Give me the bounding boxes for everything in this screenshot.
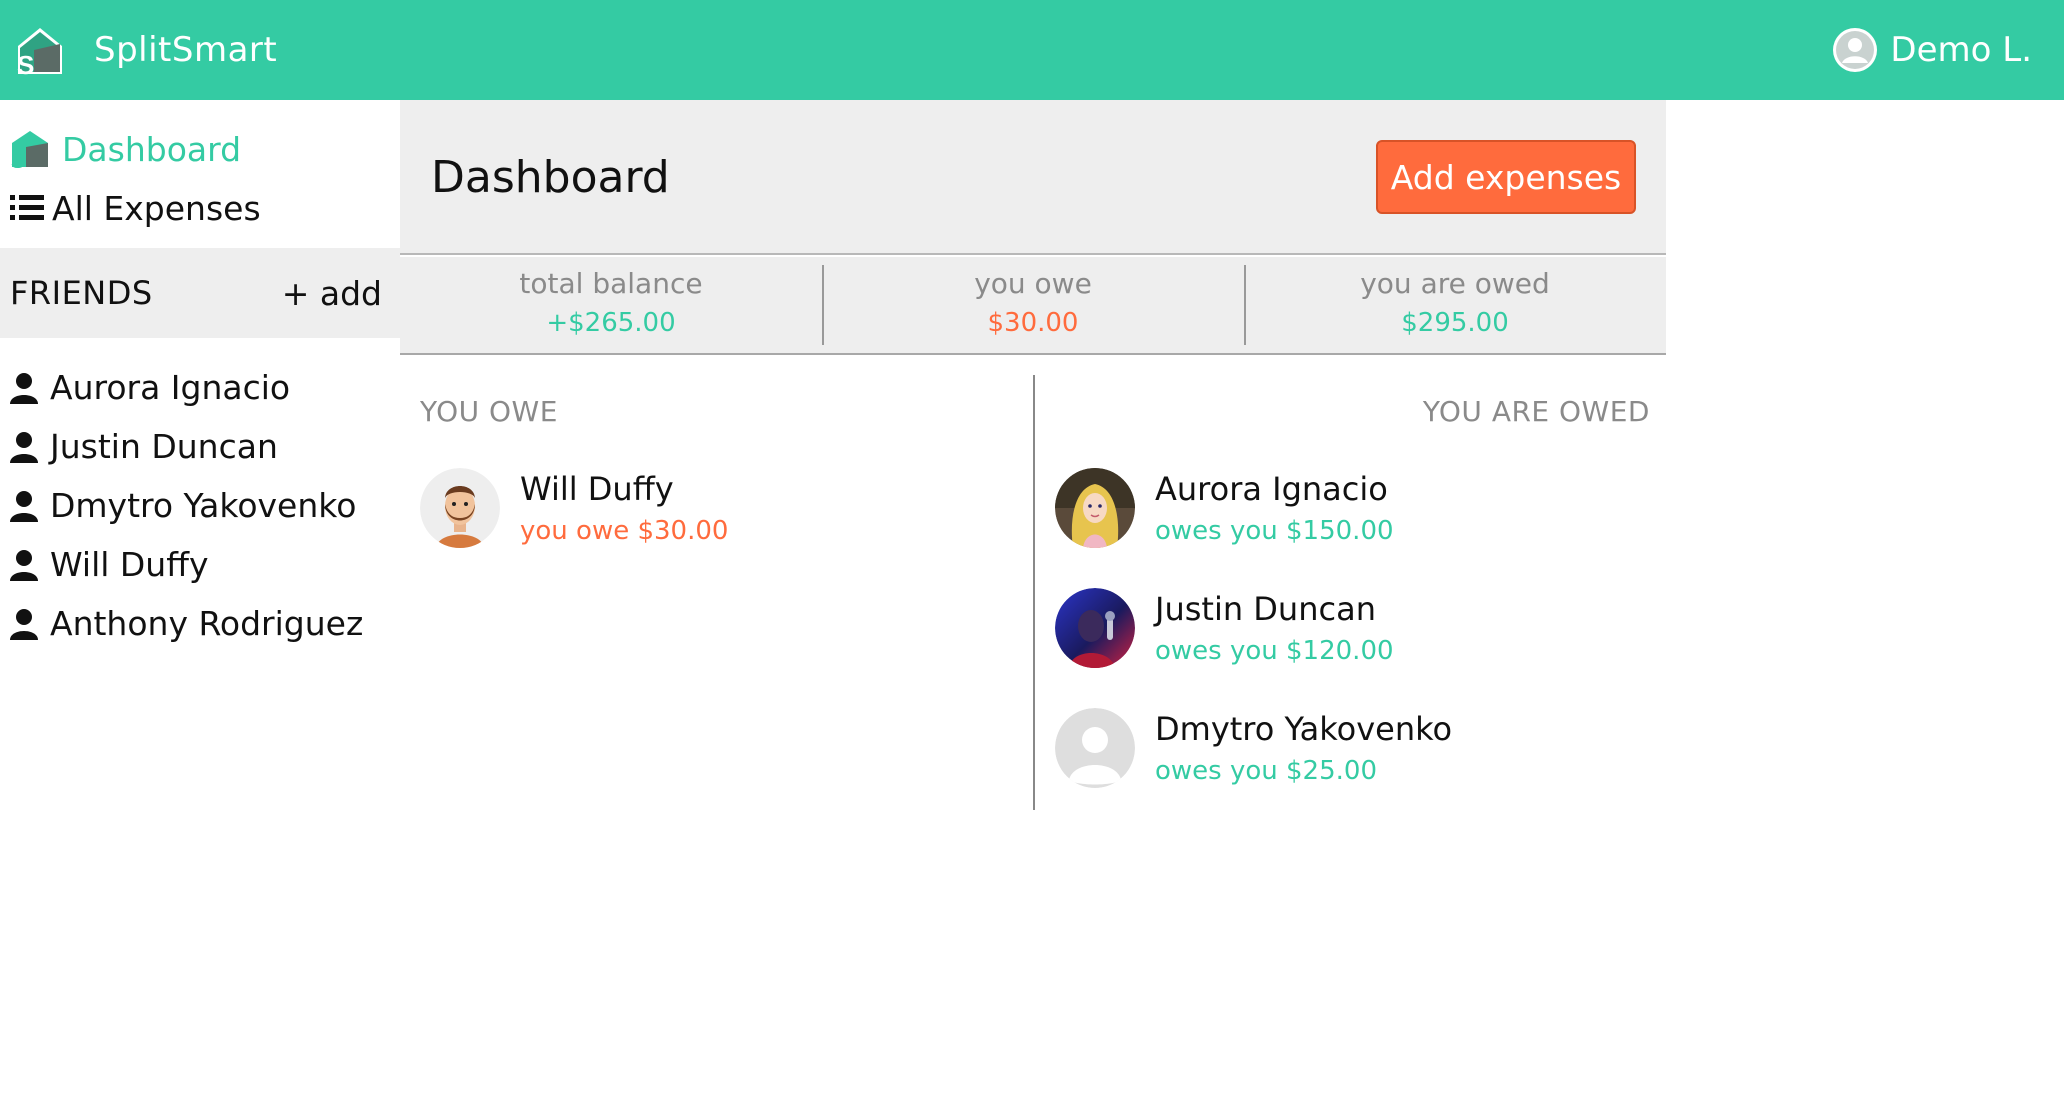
friend-item-justin-duncan[interactable]: Justin Duncan (0, 417, 400, 476)
person-amount: owes you $150.00 (1155, 516, 1394, 546)
friends-header: FRIENDS + add (0, 248, 400, 338)
friend-name: Dmytro Yakovenko (50, 486, 357, 525)
user-icon (10, 431, 38, 463)
owing-person-aurora-ignacio[interactable]: Aurora Ignacio owes you $150.00 (1055, 468, 1650, 548)
person-amount: you owe $30.00 (520, 516, 729, 546)
sidebar-item-dashboard[interactable]: S Dashboard (10, 120, 241, 178)
person-name: Justin Duncan (1155, 590, 1376, 628)
sidebar-item-label: All Expenses (52, 188, 261, 228)
person-amount: owes you $120.00 (1155, 636, 1394, 666)
balance-details: YOU OWE Will Duffy you owe $30.00 YOU AR… (400, 375, 1666, 815)
user-icon (10, 490, 38, 522)
friend-item-aurora-ignacio[interactable]: Aurora Ignacio (0, 358, 400, 417)
you-are-owed-balance: you are owed $295.00 (1244, 257, 1666, 353)
total-balance: total balance +$265.00 (400, 257, 822, 353)
person-name: Dmytro Yakovenko (1155, 710, 1453, 748)
sidebar-item-label: Dashboard (62, 129, 242, 169)
princess-avatar (1055, 468, 1135, 548)
user-avatar-icon (1833, 28, 1878, 72)
friend-name: Aurora Ignacio (50, 368, 291, 407)
friend-name: Justin Duncan (50, 427, 278, 466)
friend-item-will-duffy[interactable]: Will Duffy (0, 535, 400, 594)
you-owe-balance: you owe $30.00 (822, 257, 1244, 353)
default-user-avatar (1055, 708, 1135, 788)
you-are-owed-title: YOU ARE OWED (1422, 395, 1650, 428)
friend-name: Will Duffy (50, 545, 209, 584)
app-name: SplitSmart (94, 30, 278, 70)
neon-performer-avatar (1055, 588, 1135, 668)
sidebar: S Dashboard All Expenses FRIENDS + add A… (0, 100, 400, 1106)
owing-person-dmytro-yakovenko[interactable]: Dmytro Yakovenko owes you $25.00 (1055, 708, 1650, 788)
person-text: Dmytro Yakovenko owes you $25.00 (1155, 710, 1452, 786)
user-icon (10, 549, 38, 581)
main-content: Dashboard Add expenses total balance +$2… (400, 100, 1666, 1106)
splitsmart-logo-icon: S (11, 131, 48, 169)
balance-label: total balance (519, 267, 703, 300)
balance-value: +$265.00 (546, 308, 676, 338)
you-are-owed-column: YOU ARE OWED Aurora Ignacio owes you $15… (1055, 375, 1650, 788)
friend-item-dmytro-yakovenko[interactable]: Dmytro Yakovenko (0, 476, 400, 535)
balance-summary: total balance +$265.00 you owe $30.00 yo… (400, 257, 1666, 355)
person-name: Will Duffy (520, 470, 674, 508)
add-expenses-button[interactable]: Add expenses (1376, 140, 1636, 214)
page-title: Dashboard (431, 152, 670, 203)
brand[interactable]: S SplitSmart (14, 22, 277, 78)
you-owe-title: YOU OWE (420, 395, 558, 428)
you-owe-column: YOU OWE Will Duffy you owe $30.00 (420, 375, 1020, 548)
bearded-man-avatar (420, 468, 500, 548)
add-friend-button[interactable]: + add (282, 274, 382, 313)
user-name: Demo L. (1890, 30, 2032, 70)
person-text: Aurora Ignacio owes you $150.00 (1155, 470, 1394, 546)
user-menu[interactable]: Demo L. (1832, 26, 2032, 74)
svg-text:S: S (17, 50, 34, 76)
owed-person-will-duffy[interactable]: Will Duffy you owe $30.00 (420, 468, 1020, 548)
user-icon (10, 608, 38, 640)
person-text: Will Duffy you owe $30.00 (520, 470, 728, 546)
sidebar-item-all-expenses[interactable]: All Expenses (10, 180, 261, 236)
balance-value: $295.00 (1401, 308, 1509, 338)
dashboard-header: Dashboard Add expenses (400, 100, 1666, 255)
person-name: Aurora Ignacio (1155, 470, 1388, 508)
user-icon (10, 372, 38, 404)
top-navbar: S SplitSmart Demo L. (0, 0, 2064, 100)
owing-person-justin-duncan[interactable]: Justin Duncan owes you $120.00 (1055, 588, 1650, 668)
person-amount: owes you $25.00 (1155, 756, 1377, 786)
svg-text:S: S (11, 151, 24, 169)
friend-item-anthony-rodriguez[interactable]: Anthony Rodriguez (0, 594, 400, 653)
balance-label: you are owed (1360, 267, 1550, 300)
friend-list: Aurora Ignacio Justin Duncan Dmytro Yako… (0, 358, 400, 653)
friend-name: Anthony Rodriguez (50, 604, 364, 643)
splitsmart-logo-icon: S (17, 28, 62, 76)
list-icon (10, 195, 44, 220)
column-divider (1033, 375, 1035, 810)
friends-title: FRIENDS (10, 274, 153, 312)
person-text: Justin Duncan owes you $120.00 (1155, 590, 1394, 666)
balance-label: you owe (974, 267, 1092, 300)
balance-value: $30.00 (987, 308, 1079, 338)
